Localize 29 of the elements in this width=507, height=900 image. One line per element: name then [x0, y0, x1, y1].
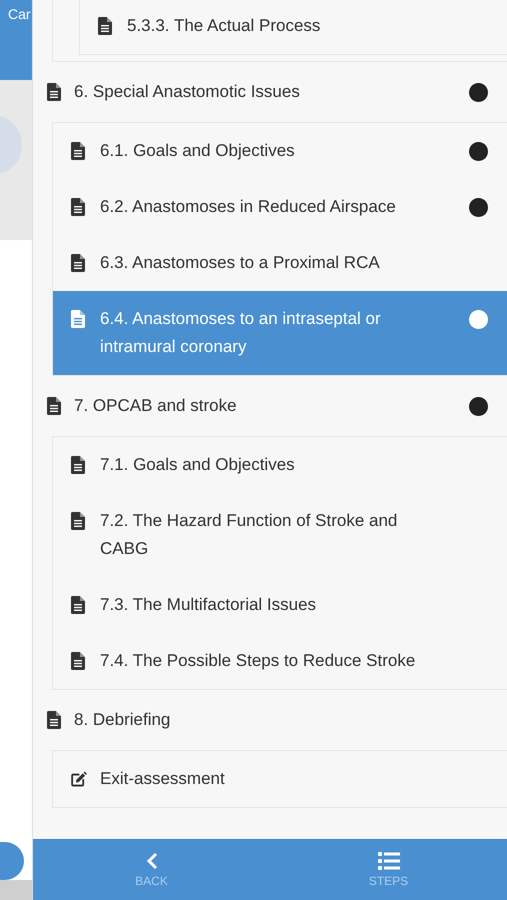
step-title: 7.1. Goals and Objectives — [100, 454, 296, 476]
document-icon — [71, 198, 85, 216]
step-title: 8. Debriefing — [74, 709, 172, 731]
document-icon — [71, 142, 85, 160]
step-title: 6.3. Anastomoses to a Proximal RCA — [100, 252, 381, 274]
step-title: 7.3. The Multifactorial Issues — [100, 594, 318, 616]
document-icon — [71, 512, 85, 530]
document-icon — [71, 652, 85, 670]
carrier-label: Car — [8, 6, 31, 22]
document-icon — [47, 711, 61, 729]
step-title: 6.4. Anastomoses to an intraseptal or intramural coronary — [100, 308, 382, 358]
step-title: 7.2. The Hazard Function of Stroke and CABG — [100, 510, 398, 560]
document-icon — [71, 596, 85, 614]
edit-icon — [71, 770, 87, 788]
step-title: 5.3.3. The Actual Process — [127, 15, 322, 37]
document-icon — [98, 17, 112, 35]
step-title: 6.1. Goals and Objectives — [100, 140, 296, 162]
document-icon — [47, 83, 61, 101]
document-icon — [71, 456, 85, 474]
document-icon — [71, 254, 85, 272]
step-title: 6.2. Anastomoses in Reduced Airspace — [100, 196, 397, 218]
back-icon — [146, 852, 158, 870]
document-icon — [47, 397, 61, 415]
document-icon — [71, 310, 85, 328]
step-title: 6. Special Anastomotic Issues — [74, 81, 301, 103]
step-title: 7.4. The Possible Steps to Reduce Stroke — [100, 650, 416, 672]
step-title: 7. OPCAB and stroke — [74, 395, 238, 417]
list-icon — [378, 852, 400, 870]
step-title: Exit-assessment — [100, 768, 226, 790]
